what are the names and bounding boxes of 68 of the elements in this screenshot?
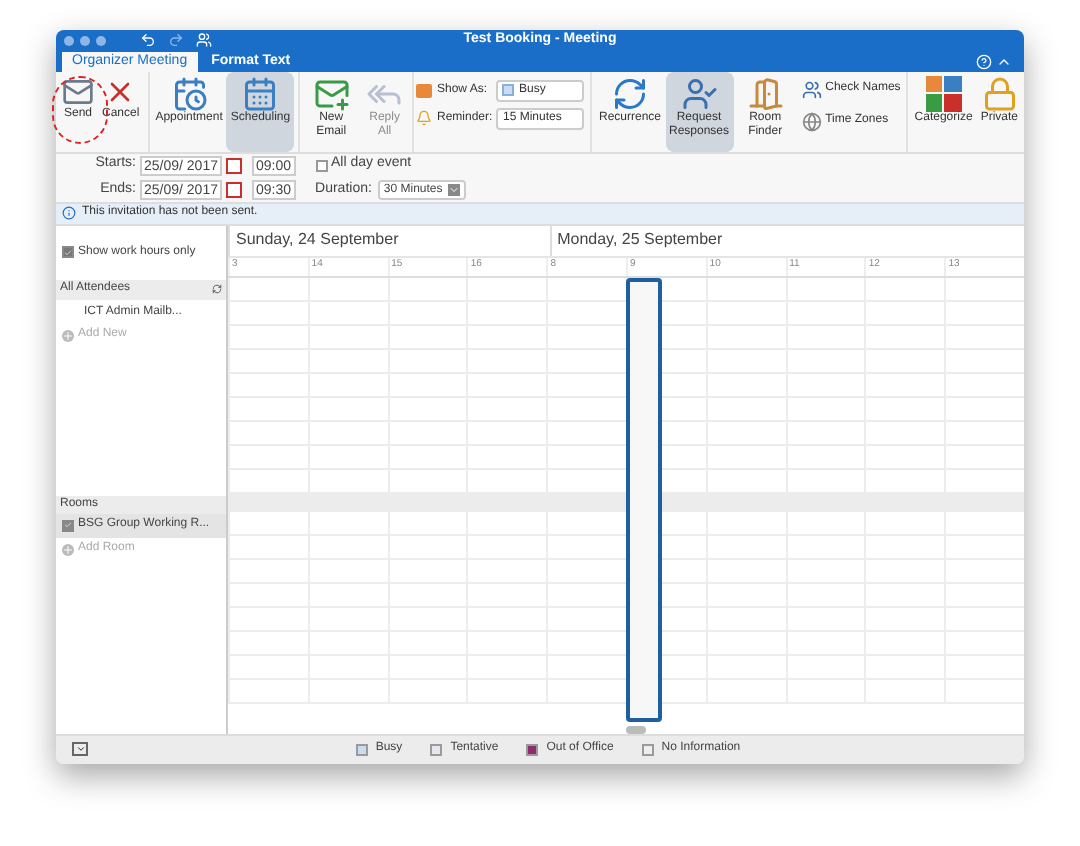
send-icon bbox=[62, 75, 94, 108]
schedule-cell[interactable] bbox=[228, 397, 308, 422]
add-icon[interactable] bbox=[62, 543, 74, 556]
schedule-cell[interactable] bbox=[944, 325, 1024, 350]
bell-icon bbox=[416, 110, 433, 127]
add-icon[interactable] bbox=[62, 329, 74, 342]
mail-plus-icon bbox=[313, 75, 350, 112]
schedule-cell[interactable] bbox=[944, 679, 1024, 704]
day-heading: Monday, 25 September bbox=[557, 228, 723, 253]
schedule-cell[interactable] bbox=[864, 277, 945, 302]
globe-icon bbox=[801, 111, 822, 132]
schedule-cell[interactable] bbox=[705, 277, 786, 302]
schedule-cell[interactable] bbox=[228, 373, 308, 398]
schedule-cell[interactable] bbox=[228, 511, 308, 536]
color-grid-icon bbox=[925, 75, 962, 112]
redo-icon[interactable] bbox=[168, 32, 184, 49]
calendar-clock-icon bbox=[171, 75, 208, 112]
schedule-cell[interactable] bbox=[228, 445, 308, 470]
schedule-cell[interactable] bbox=[944, 535, 1024, 560]
schedule-cell[interactable] bbox=[228, 583, 308, 608]
schedule-cell[interactable] bbox=[944, 349, 1024, 374]
refresh-icon bbox=[611, 75, 648, 112]
schedule-cell[interactable] bbox=[228, 277, 308, 302]
meeting-time-block[interactable] bbox=[625, 277, 662, 722]
schedule-cell[interactable] bbox=[228, 607, 308, 632]
day-heading: Sunday, 24 September bbox=[236, 228, 399, 253]
schedule-cell[interactable] bbox=[785, 277, 865, 302]
schedule-cell[interactable] bbox=[228, 631, 308, 656]
schedule-cell[interactable] bbox=[944, 421, 1024, 446]
schedule-cell[interactable] bbox=[307, 277, 388, 302]
schedule-cell[interactable] bbox=[944, 397, 1024, 422]
status-swatch-icon bbox=[502, 84, 515, 97]
lock-icon bbox=[981, 75, 1018, 112]
schedule-cell[interactable] bbox=[228, 559, 308, 584]
schedule-cell[interactable] bbox=[228, 421, 308, 446]
schedule-cell[interactable] bbox=[228, 679, 308, 704]
scrollbar-thumb[interactable] bbox=[626, 725, 646, 734]
schedule-cell[interactable] bbox=[387, 277, 467, 302]
schedule-cell[interactable] bbox=[228, 301, 308, 326]
undo-icon[interactable] bbox=[140, 32, 156, 49]
door-icon bbox=[747, 75, 784, 112]
schedule-cell[interactable] bbox=[944, 583, 1024, 608]
schedule-cell[interactable] bbox=[228, 535, 308, 560]
checkbox[interactable] bbox=[62, 519, 74, 532]
schedule-cell[interactable] bbox=[944, 445, 1024, 470]
schedule-cell[interactable] bbox=[944, 301, 1024, 326]
schedule-cell[interactable] bbox=[944, 373, 1024, 398]
schedule-cell[interactable] bbox=[466, 277, 547, 302]
caret-icon bbox=[448, 184, 461, 197]
show-as-icon bbox=[416, 83, 433, 98]
people-icon bbox=[801, 79, 822, 100]
checkbox[interactable] bbox=[315, 159, 328, 172]
schedule-cell[interactable] bbox=[228, 655, 308, 680]
schedule-cell[interactable] bbox=[228, 349, 308, 374]
info-icon bbox=[62, 206, 76, 221]
schedule-cell[interactable] bbox=[944, 559, 1024, 584]
schedule-cell[interactable] bbox=[546, 277, 626, 302]
schedule-cell[interactable] bbox=[944, 607, 1024, 632]
expand-icon[interactable] bbox=[72, 742, 88, 757]
schedule-cell[interactable] bbox=[944, 511, 1024, 536]
checkbox[interactable] bbox=[62, 246, 74, 259]
help-icon[interactable] bbox=[976, 53, 992, 70]
schedule-cell[interactable] bbox=[228, 325, 308, 350]
people-icon[interactable] bbox=[196, 32, 212, 49]
schedule-cell[interactable] bbox=[944, 277, 1024, 302]
schedule-cell[interactable] bbox=[944, 631, 1024, 656]
schedule-cell[interactable] bbox=[944, 655, 1024, 680]
refresh-icon[interactable] bbox=[212, 284, 222, 295]
